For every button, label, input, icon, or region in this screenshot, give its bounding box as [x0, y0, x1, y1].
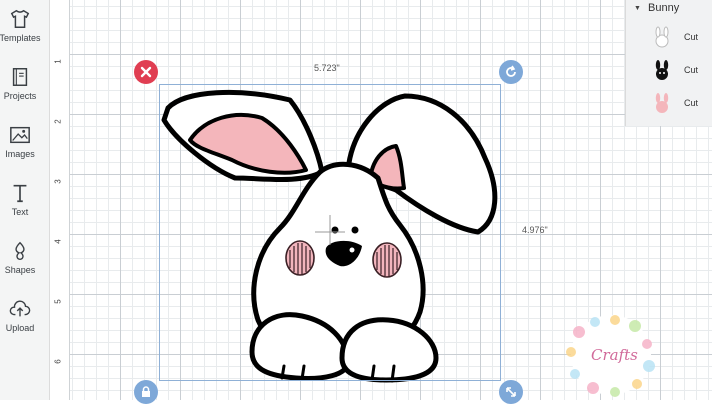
text-label: Text: [11, 207, 29, 217]
resize-handle[interactable]: [499, 380, 523, 404]
vertical-ruler: 1 2 3 4 5 6: [50, 0, 70, 400]
bunny-outline-thumb: [650, 26, 674, 50]
layer-row[interactable]: Cut: [626, 55, 712, 87]
delete-handle[interactable]: [134, 60, 158, 84]
rotate-handle[interactable]: [499, 60, 523, 84]
watermark-logo: Crafts: [565, 312, 657, 398]
ruler-tick: 1: [53, 59, 63, 64]
templates-button[interactable]: Templates: [0, 4, 50, 60]
collapse-caret-icon[interactable]: ▼: [634, 5, 641, 12]
shapes-label: Shapes: [4, 265, 36, 275]
shapes-icon: [9, 240, 31, 262]
ruler-tick: 3: [53, 179, 63, 184]
close-icon: [140, 66, 152, 78]
projects-button[interactable]: Projects: [0, 62, 50, 118]
shirt-icon: [9, 8, 31, 30]
lock-icon: [142, 386, 150, 397]
templates-label: Templates: [0, 33, 41, 43]
bunny-black-thumb: [650, 59, 674, 83]
images-button[interactable]: Images: [0, 120, 50, 176]
left-toolbar: Templates Projects Images Text Shapes Up…: [0, 0, 50, 400]
images-label: Images: [5, 149, 35, 159]
height-dimension: 4.976": [522, 225, 548, 235]
layer-group-bunny[interactable]: ▼ Bunny: [626, 0, 712, 20]
shapes-button[interactable]: Shapes: [0, 236, 50, 292]
ruler-tick: 4: [53, 239, 63, 244]
text-icon: [9, 182, 31, 204]
ruler-tick: 6: [53, 359, 63, 364]
selection-bounding-box[interactable]: [159, 84, 501, 381]
upload-label: Upload: [5, 323, 35, 333]
layer-group-name: Bunny: [648, 2, 680, 14]
image-icon: [9, 124, 31, 146]
layer-row[interactable]: Cut: [626, 88, 712, 120]
layer-operation: Cut: [684, 65, 699, 75]
layers-panel: ▼ Bunny Cut Cut Cut: [625, 0, 712, 126]
rotate-icon: [506, 65, 516, 77]
upload-button[interactable]: Upload: [0, 294, 50, 350]
layer-row[interactable]: Cut: [626, 22, 712, 54]
watermark-text: Crafts: [591, 346, 638, 364]
width-dimension: 5.723": [314, 63, 340, 73]
ruler-tick: 5: [53, 299, 63, 304]
layer-operation: Cut: [684, 98, 699, 108]
projects-label: Projects: [3, 91, 37, 101]
text-button[interactable]: Text: [0, 178, 50, 234]
upload-icon: [9, 298, 31, 320]
ruler-tick: 2: [53, 119, 63, 124]
layer-operation: Cut: [684, 32, 699, 42]
resize-arrows-icon: [506, 387, 516, 397]
bunny-pink-thumb: [650, 92, 674, 116]
notebook-icon: [9, 66, 31, 88]
lock-handle[interactable]: [134, 380, 158, 404]
